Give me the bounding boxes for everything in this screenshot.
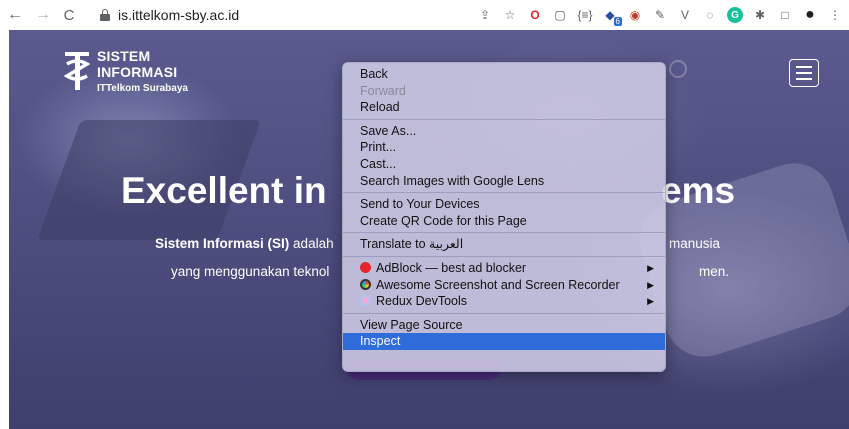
menu-item-adblock-best-ad-blocker[interactable]: AdBlock — best ad blocker ▶ [343,260,665,277]
menu-item-label: Awesome Screenshot and Screen Recorder [376,277,620,292]
menu-item-label: Back [360,67,388,81]
awesome-screenshot-icon [360,278,371,290]
opera-icon[interactable]: O [527,7,543,23]
menu-item-label: Reload [360,100,400,115]
redux-icon[interactable]: ◌ [702,7,718,23]
hero-title-right: ems [661,170,736,211]
menu-item-label: Redux DevTools [376,294,468,309]
menu-toggle-button[interactable] [789,59,819,87]
menu-item-inspect[interactable]: Inspect [343,333,665,350]
menu-item-label: Inspect [360,334,401,349]
menu-item-search-images-with-google-lens[interactable]: Search Images with Google Lens [343,173,665,190]
submenu-arrow-icon: ▶ [647,262,654,273]
site-logo[interactable]: SISTEM INFORMASI ITTelkom Surabaya [63,48,188,95]
profile-avatar-icon[interactable]: ● [802,6,818,23]
extension-badge-count: 6 [613,17,622,26]
menu-item-label: Save As... [360,123,417,138]
submenu-arrow-icon: ▶ [647,296,654,307]
hero-title-left: Excellent in [121,170,327,211]
context-menu: Back Forward Reload Save As... Print... Cast.… [342,62,666,372]
menu-separator [343,192,665,194]
grammarly-icon[interactable]: G [727,7,743,23]
lock-icon[interactable] [100,9,110,21]
menu-item-label: Search Images with Google Lens [360,173,545,188]
logo-emblem-icon [63,48,93,92]
menu-item-awesome-screenshot-and-screen-recorder[interactable]: Awesome Screenshot and Screen Recorder ▶ [343,277,665,294]
extension-bar: ⇪ ☆ O ▢ {≡} ◆ 6 ◉ ✎ V ◌ G ✱ □ ● ⋮ [477,4,843,26]
hamburger-line [796,78,812,80]
puzzle-extensions-icon[interactable]: ✱ [752,7,768,23]
forward-icon[interactable]: → [32,4,54,26]
reload-icon[interactable]: C [58,4,80,26]
url-text[interactable]: is.ittelkom-sby.ac.id [118,7,239,23]
share-icon[interactable]: ⇪ [477,7,493,23]
menu-item-view-page-source[interactable]: View Page Source [343,317,665,334]
json-viewer-icon[interactable]: {≡} [577,7,593,23]
hero-description-right: manusia [669,236,721,251]
extension-badge-icon[interactable]: ◆ 6 [602,7,622,26]
menu-item-reload[interactable]: Reload [343,99,665,116]
sidebar-icon[interactable]: □ [777,7,793,23]
hero-description-bold: Sistem Informasi (SI) [155,236,290,251]
bookmark-star-icon[interactable]: ☆ [502,7,518,23]
menu-separator [343,118,665,120]
adblock-icon [360,261,371,273]
hero-description2-right: men. [699,264,730,279]
menu-item-label: Create QR Code for this Page [360,213,527,228]
background-circle-shape [669,60,687,78]
camera-icon[interactable]: ◉ [627,7,643,23]
menu-item-forward[interactable]: Forward [343,83,665,100]
hero-description-rest: adalah [289,236,334,251]
browser-toolbar: ← → C is.ittelkom-sby.ac.id ⇪ ☆ O ▢ {≡} ◆ 6 ◉ ✎ V… [0,0,849,30]
menu-separator [343,312,665,314]
vue-devtools-icon[interactable]: V [677,7,693,23]
menu-item-back[interactable]: Back [343,66,665,83]
menu-separator [343,255,665,257]
menu-item-save-as[interactable]: Save As... [343,123,665,140]
menu-item-print[interactable]: Print... [343,139,665,156]
menu-item-create-qr-code-for-this-page[interactable]: Create QR Code for this Page [343,213,665,230]
menu-item-label: AdBlock — best ad blocker [376,260,527,275]
back-icon[interactable]: ← [4,4,26,26]
menu-item-cast[interactable]: Cast... [343,156,665,173]
kebab-menu-icon[interactable]: ⋮ [827,7,843,23]
redux-devtools-icon [360,295,371,307]
hero-description2-left: yang menggunakan teknol [171,264,330,279]
address-bar[interactable]: is.ittelkom-sby.ac.id [100,3,470,27]
logo-line-informasi: INFORMASI [97,64,178,80]
menu-item-label: Translate to العربية [360,237,464,252]
logo-line-sistem: SISTEM [97,48,151,64]
menu-item-label: Send to Your Devices [360,197,480,212]
hamburger-line [796,72,812,74]
menu-separator [343,232,665,234]
submenu-arrow-icon: ▶ [647,279,654,290]
logo-line-institution: ITTelkom Surabaya [97,83,188,94]
menu-item-label: Print... [360,140,397,155]
menu-item-label: Cast... [360,156,397,171]
menu-item-redux-devtools[interactable]: Redux DevTools ▶ [343,293,665,310]
eyedropper-icon[interactable]: ✎ [652,7,668,23]
menu-item-translate-to[interactable]: Translate to العربية [343,236,665,253]
menu-item-label: View Page Source [360,317,463,332]
menu-item-send-to-your-devices[interactable]: Send to Your Devices [343,196,665,213]
hamburger-line [796,66,812,68]
menu-item-label: Forward [360,83,406,98]
blank-extension-icon[interactable]: ▢ [552,7,568,23]
